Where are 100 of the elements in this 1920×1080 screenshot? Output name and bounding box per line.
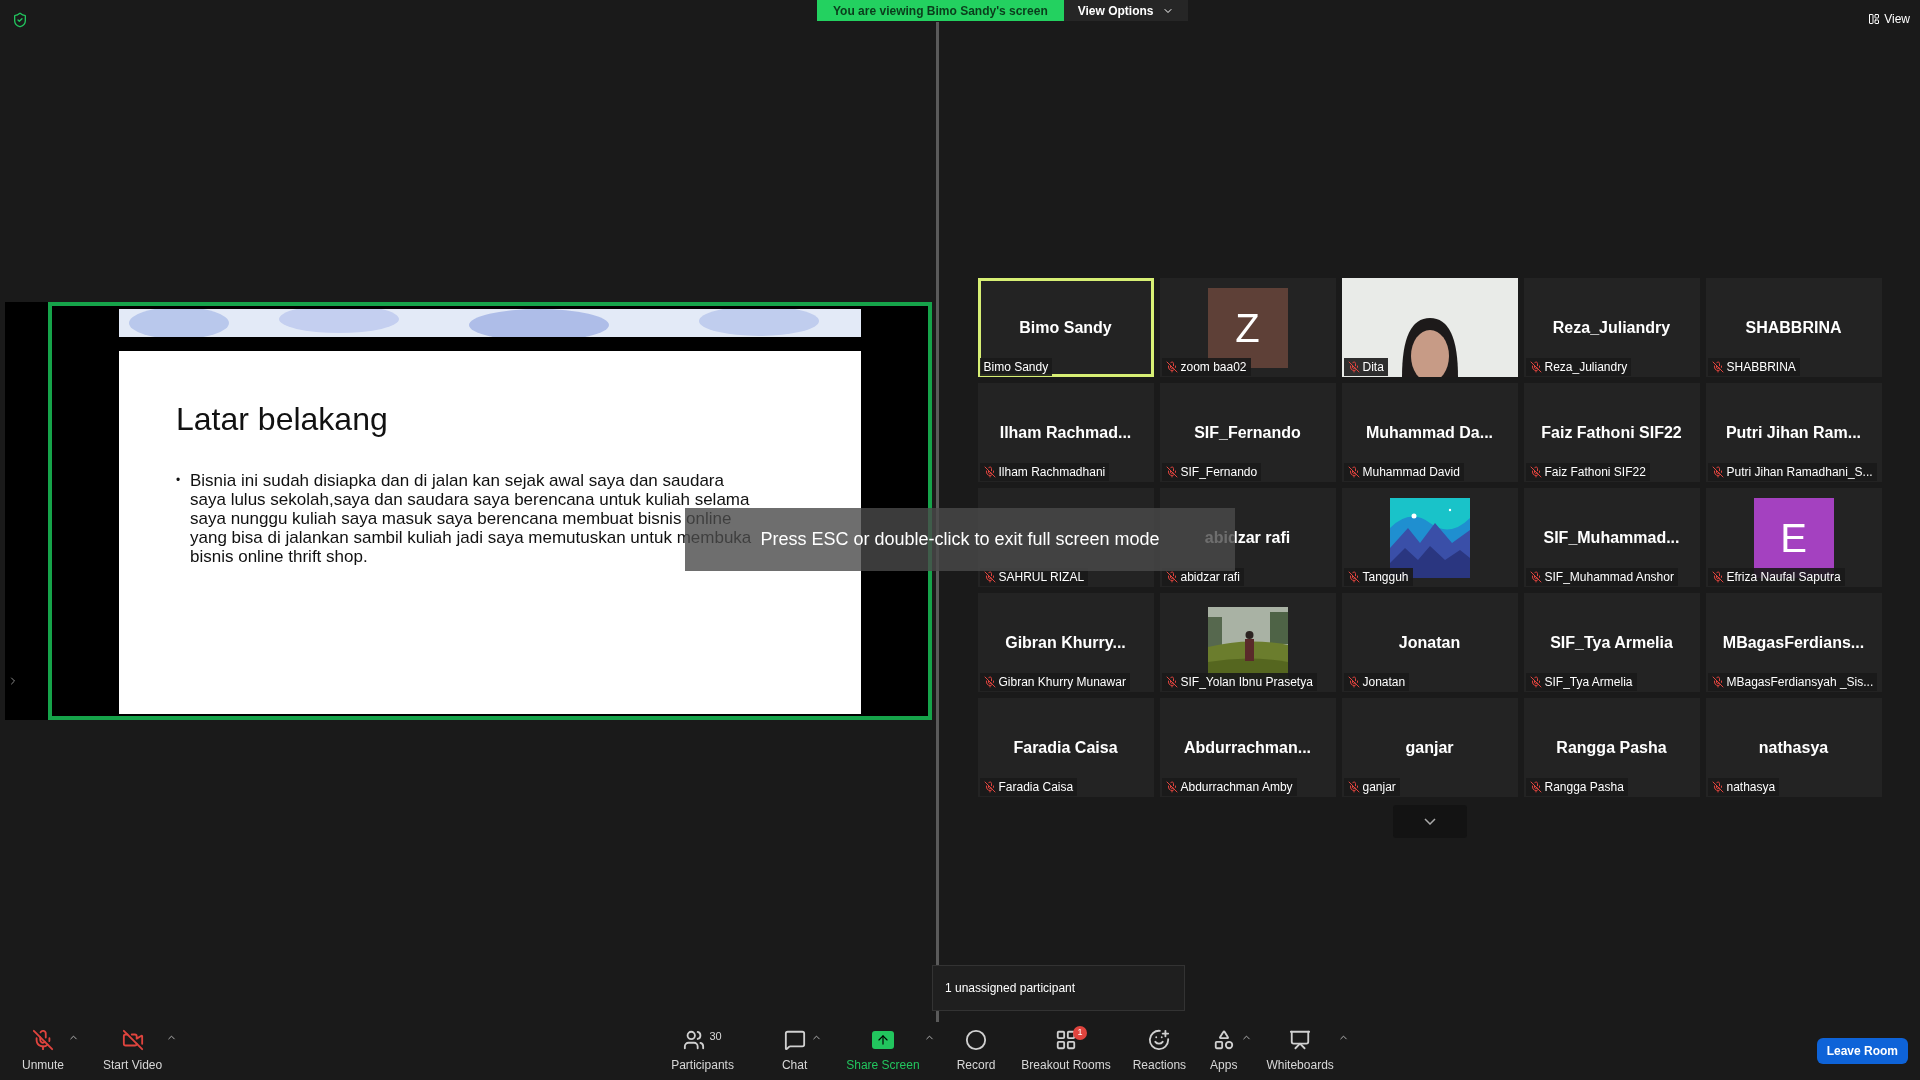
video-tile[interactable]: SIF_Yolan Ibnu Prasetya [1159, 593, 1336, 692]
video-off-icon [121, 1029, 144, 1051]
view-options-button[interactable]: View Options [1063, 0, 1188, 21]
smiley-icon [1148, 1029, 1171, 1051]
apps-icon [1212, 1029, 1235, 1051]
participant-title: Gibran Khurry... [1005, 632, 1126, 653]
video-tile[interactable]: SIF_Muhammad... SIF_Muhammad Anshor [1523, 488, 1700, 587]
participant-title: Putri Jihan Ram... [1725, 422, 1862, 443]
participant-name: Faradia Caisa [998, 779, 1074, 796]
participant-name: Muhammad David [1362, 464, 1460, 481]
video-tile[interactable]: Tangguh [1341, 488, 1518, 587]
video-tile[interactable]: SIF_Tya Armelia SIF_Tya Armelia [1523, 593, 1700, 692]
participant-title: SIF_Fernando [1194, 422, 1301, 443]
participant-title: ganjar [1405, 737, 1454, 758]
video-tile[interactable]: nathasya nathasya [1705, 698, 1882, 797]
participant-title: Abdurrachman... [1183, 737, 1312, 758]
video-tile[interactable]: Faiz Fathoni SIF22 Faiz Fathoni SIF22 [1523, 383, 1700, 482]
slide-text: saya lulus sekolah,saya dan saudara saya berencana untuk kuliah selama [190, 490, 751, 509]
video-tile[interactable]: Reza_Juliandry Reza_Juliandry [1523, 278, 1700, 377]
muted-mic-icon [32, 1029, 54, 1051]
video-tile[interactable]: Z zoom baa02 [1159, 278, 1336, 377]
participant-name: Reza_Juliandry [1544, 359, 1628, 376]
video-tile[interactable]: Putri Jihan Ram... Putri Jihan Ramadhani_S... [1705, 383, 1882, 482]
participant-name: Bimo Sandy [983, 359, 1049, 376]
viewing-banner: You are viewing Bimo Sandy's screen [817, 0, 1064, 21]
participant-name: Tangguh [1362, 569, 1409, 586]
participant-name: Putri Jihan Ramadhani_S... [1726, 464, 1873, 481]
participant-title: nathasya [1758, 737, 1829, 758]
participant-name: Dita [1362, 359, 1384, 376]
video-tile[interactable]: SIF_Fernando SIF_Fernando [1159, 383, 1336, 482]
video-tile[interactable]: Ilham Rachmad... Ilham Rachmadhani [977, 383, 1154, 482]
shield-icon [12, 12, 28, 28]
toolbar-button[interactable]: Whiteboards [1262, 1028, 1338, 1074]
participant-name: zoom baa02 [1180, 359, 1247, 376]
participant-name: SHABBRINA [1726, 359, 1796, 376]
toolbar-button[interactable]: Record [952, 1028, 1000, 1074]
participant-count: 30 [709, 1028, 722, 1044]
record-icon [965, 1029, 987, 1051]
grid-icon [1055, 1029, 1077, 1051]
participant-title: Faiz Fathoni SIF22 [1541, 422, 1682, 443]
notification-badge: 1 [1073, 1026, 1087, 1040]
toolbar-button[interactable]: Apps [1206, 1028, 1242, 1074]
bullet: • [176, 472, 182, 489]
toolbar-button[interactable]: Unmute [18, 1028, 69, 1074]
participant-name: SIF_Yolan Ibnu Prasetya [1180, 674, 1313, 691]
participant-name: Abdurrachman Amby [1180, 779, 1293, 796]
toolbar-button[interactable]: Share Screen [842, 1028, 924, 1074]
participant-title: Jonatan [1398, 632, 1461, 653]
participant-title: Ilham Rachmad... [999, 422, 1132, 443]
participant-title: Muhammad Da... [1365, 422, 1494, 443]
video-tile[interactable]: MBagasFerdians... MBagasFerdiansyah _Sis... [1705, 593, 1882, 692]
slide-text: bisnis online thrift shop. [190, 547, 369, 566]
chevron-down-icon [1423, 818, 1436, 825]
slide-title: Latar belakang [176, 400, 388, 439]
participant-title: SIF_Tya Armelia [1550, 632, 1673, 653]
video-tile[interactable]: Faradia Caisa Faradia Caisa [977, 698, 1154, 797]
people-icon [683, 1029, 706, 1051]
toolbar-button[interactable]: 30 Participants [667, 1028, 738, 1074]
toolbar-button[interactable]: Start Video [99, 1028, 167, 1074]
video-tile[interactable]: Abdurrachman... Abdurrachman Amby [1159, 698, 1336, 797]
view-button[interactable]: View [1868, 10, 1910, 28]
participant-title: Rangga Pasha [1556, 737, 1667, 758]
participant-name: Rangga Pasha [1544, 779, 1624, 796]
participant-name: Efriza Naufal Saputra [1726, 569, 1841, 586]
participant-name: SAHRUL RIZAL [998, 569, 1085, 586]
layout-icon [1868, 13, 1881, 25]
participant-name: SIF_Tya Armelia [1544, 674, 1633, 691]
chat-icon [783, 1029, 806, 1051]
video-tile[interactable]: Bimo Sandy Bimo Sandy [977, 278, 1154, 377]
participant-title: SHABBRINA [1745, 317, 1842, 338]
participant-name: Gibran Khurry Munawar [998, 674, 1126, 691]
participant-title: MBagasFerdians... [1722, 632, 1865, 653]
participant-name: Jonatan [1362, 674, 1406, 691]
participant-name: nathasya [1726, 779, 1776, 796]
participant-title: Faradia Caisa [1013, 737, 1118, 758]
video-tile[interactable]: Muhammad Da... Muhammad David [1341, 383, 1518, 482]
participant-name: SIF_Fernando [1180, 464, 1258, 481]
video-tile[interactable]: Gibran Khurry... Gibran Khurry Munawar [977, 593, 1154, 692]
toolbar-button[interactable]: Reactions [1128, 1028, 1191, 1074]
slide-text: Bisnia ini sudah disiapka dan di jalan kan sejak awal saya dan saudara [190, 471, 725, 490]
participant-title: Bimo Sandy [1019, 317, 1112, 338]
participant-name: Faiz Fathoni SIF22 [1544, 464, 1646, 481]
toolbar-button[interactable]: 1 Breakout Rooms [1017, 1028, 1115, 1074]
leave-room-button[interactable]: Leave Room [1816, 1038, 1908, 1064]
video-tile[interactable]: Dita [1341, 278, 1518, 377]
tooltip: 1 unassigned participant [932, 965, 1185, 1011]
video-tile[interactable]: ganjar ganjar [1341, 698, 1518, 797]
video-tile[interactable]: SHABBRINA SHABBRINA [1705, 278, 1882, 377]
whiteboard-icon [1289, 1029, 1312, 1051]
participant-name: MBagasFerdiansyah _Sis... [1726, 674, 1874, 691]
participant-name: SIF_Muhammad Anshor [1544, 569, 1674, 586]
video-tile[interactable]: E Efriza Naufal Saputra [1705, 488, 1882, 587]
toolbar-button[interactable]: Chat [777, 1028, 812, 1074]
participant-name: Ilham Rachmadhani [998, 464, 1106, 481]
participant-title: Reza_Juliandry [1552, 317, 1671, 338]
participant-title: SIF_Muhammad... [1543, 527, 1680, 548]
participant-name: abidzar rafi [1180, 569, 1240, 586]
video-tile[interactable]: Jonatan Jonatan [1341, 593, 1518, 692]
participant-name: ganjar [1362, 779, 1396, 796]
video-tile[interactable]: Rangga Pasha Rangga Pasha [1523, 698, 1700, 797]
